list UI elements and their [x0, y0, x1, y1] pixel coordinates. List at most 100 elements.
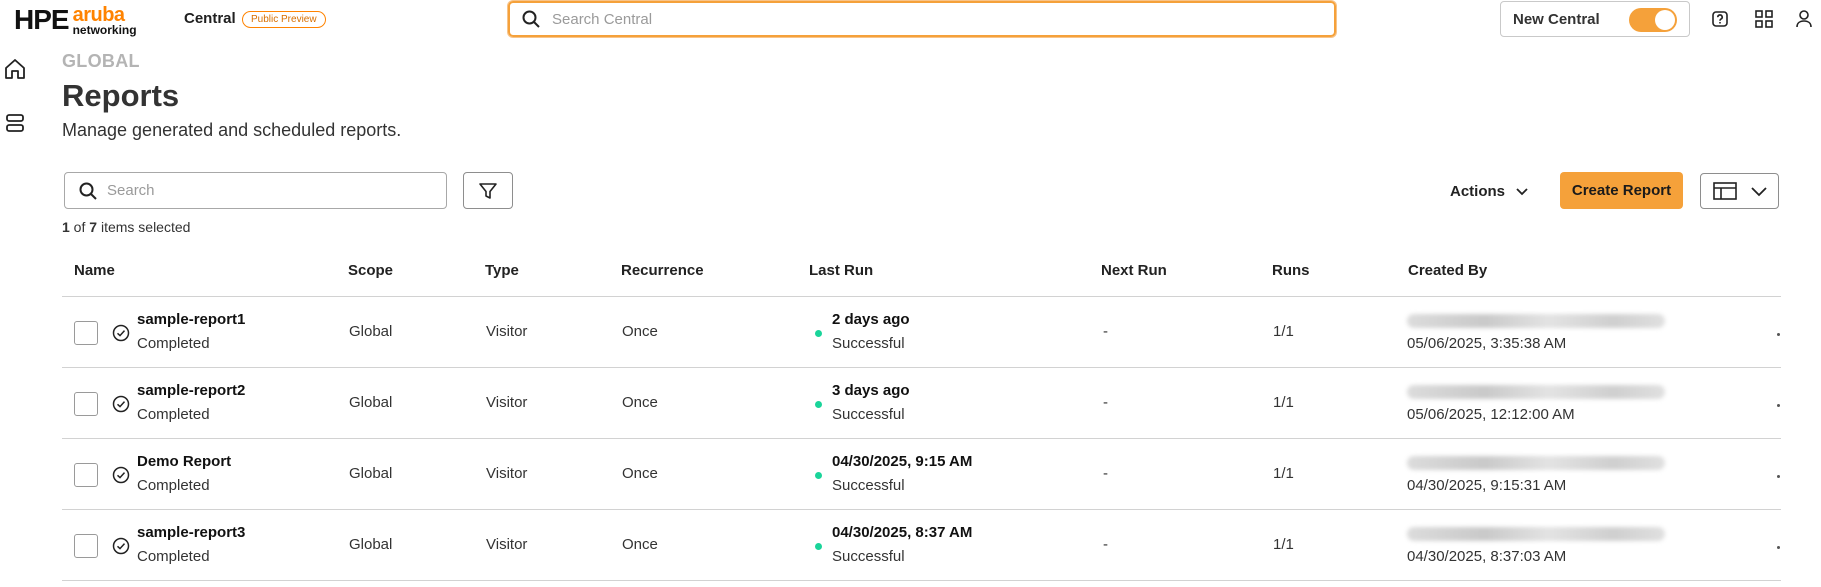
row-checkbox[interactable] — [74, 534, 98, 558]
column-header-last-run[interactable]: Last Run — [809, 262, 873, 279]
row-menu-edge[interactable] — [1777, 333, 1780, 336]
report-name[interactable]: Demo Report — [137, 453, 231, 470]
last-run-status: Successful — [832, 548, 905, 565]
report-status: Completed — [137, 477, 210, 494]
creator-email-redacted — [1407, 456, 1665, 470]
created-date: 04/30/2025, 9:15:31 AM — [1407, 477, 1567, 494]
logo-networking-text: networking — [72, 22, 137, 37]
table-row[interactable]: sample-report3 Completed Global Visitor … — [62, 510, 1781, 581]
recurrence-cell: Once — [622, 465, 658, 482]
column-header-next-run[interactable]: Next Run — [1101, 262, 1167, 279]
scope-cell: Global — [349, 536, 393, 553]
devices-icon[interactable] — [2, 110, 28, 136]
last-run-status: Successful — [832, 335, 905, 352]
page-title: Reports — [62, 78, 180, 113]
next-run-cell: - — [1103, 394, 1108, 411]
search-icon — [79, 182, 97, 200]
row-checkbox[interactable] — [74, 392, 98, 416]
total-count: 7 — [89, 219, 98, 235]
report-name[interactable]: sample-report2 — [137, 382, 245, 399]
home-icon[interactable] — [2, 56, 28, 82]
scope-cell: Global — [349, 465, 393, 482]
row-checkbox[interactable] — [74, 321, 98, 345]
logo-hpe-text: HPE — [14, 4, 70, 35]
new-central-switch[interactable]: New Central — [1500, 1, 1690, 37]
row-checkbox[interactable] — [74, 463, 98, 487]
selected-count: 1 — [62, 219, 70, 235]
created-date: 05/06/2025, 3:35:38 AM — [1407, 335, 1567, 352]
column-header-scope[interactable]: Scope — [348, 262, 393, 279]
runs-cell: 1/1 — [1273, 465, 1294, 482]
toggle-knob — [1655, 10, 1675, 30]
created-date: 05/06/2025, 12:12:00 AM — [1407, 406, 1575, 423]
last-run-status: Successful — [832, 477, 905, 494]
row-menu-edge[interactable] — [1777, 404, 1780, 407]
column-header-name[interactable]: Name — [74, 262, 115, 279]
items-selected-text: items selected — [97, 219, 191, 235]
top-bar: HPE aruba networking Central Public Prev… — [0, 0, 1821, 40]
filter-icon — [479, 182, 497, 199]
user-icon[interactable] — [1794, 9, 1814, 29]
page-subtitle: Manage generated and scheduled reports. — [62, 120, 402, 140]
success-status-dot — [815, 330, 822, 337]
row-menu-edge[interactable] — [1777, 475, 1780, 478]
next-run-cell: - — [1103, 465, 1108, 482]
column-header-recurrence[interactable]: Recurrence — [621, 262, 704, 279]
creator-email-redacted — [1407, 314, 1665, 328]
last-run-status: Successful — [832, 406, 905, 423]
report-status: Completed — [137, 548, 210, 565]
column-header-runs[interactable]: Runs — [1272, 262, 1310, 279]
success-status-dot — [815, 401, 822, 408]
new-central-label: New Central — [1513, 10, 1600, 28]
table-row[interactable]: Demo Report Completed Global Visitor Onc… — [62, 439, 1781, 510]
table-search-box[interactable] — [64, 172, 447, 209]
type-cell: Visitor — [486, 465, 528, 482]
scope-cell: Global — [349, 323, 393, 340]
check-circle-icon — [112, 395, 130, 413]
report-status: Completed — [137, 406, 210, 423]
actions-button[interactable]: Actions — [1450, 178, 1529, 204]
runs-cell: 1/1 — [1273, 536, 1294, 553]
reports-table: Name Scope Type Recurrence Last Run Next… — [62, 256, 1781, 581]
check-circle-icon — [112, 537, 130, 555]
recurrence-cell: Once — [622, 394, 658, 411]
help-icon[interactable] — [1710, 9, 1730, 29]
runs-cell: 1/1 — [1273, 323, 1294, 340]
check-circle-icon — [112, 324, 130, 342]
table-row[interactable]: sample-report2 Completed Global Visitor … — [62, 368, 1781, 439]
logo-aruba-stack: aruba networking — [73, 5, 137, 36]
chevron-down-icon — [1516, 188, 1528, 196]
new-central-toggle[interactable] — [1629, 8, 1677, 32]
creator-email-redacted — [1407, 527, 1665, 541]
check-circle-icon — [112, 466, 130, 484]
next-run-cell: - — [1103, 536, 1108, 553]
report-name[interactable]: sample-report3 — [137, 524, 245, 541]
creator-email-redacted — [1407, 385, 1665, 399]
column-header-created-by[interactable]: Created By — [1408, 262, 1487, 279]
table-header: Name Scope Type Recurrence Last Run Next… — [62, 256, 1781, 297]
report-name[interactable]: sample-report1 — [137, 311, 245, 328]
create-report-button[interactable]: Create Report — [1560, 172, 1683, 209]
scope-eyebrow: GLOBAL — [62, 51, 140, 71]
column-header-type[interactable]: Type — [485, 262, 519, 279]
table-layout-button[interactable] — [1700, 173, 1779, 209]
success-status-dot — [815, 543, 822, 550]
last-run-time: 04/30/2025, 8:37 AM — [832, 524, 973, 541]
table-search-input[interactable] — [107, 182, 437, 199]
type-cell: Visitor — [486, 394, 528, 411]
table-row[interactable]: sample-report1 Completed Global Visitor … — [62, 297, 1781, 368]
type-cell: Visitor — [486, 323, 528, 340]
logo-aruba-text: aruba — [72, 3, 125, 26]
app-grid-icon[interactable] — [1754, 9, 1774, 29]
selection-info: 1 of 7 items selected — [62, 219, 190, 235]
hpe-aruba-logo[interactable]: HPE aruba networking — [14, 4, 137, 36]
chevron-down-icon — [1751, 187, 1767, 197]
global-search-input[interactable] — [552, 10, 1312, 28]
global-search-box[interactable] — [508, 1, 1336, 37]
app-name: Central — [184, 10, 236, 27]
recurrence-cell: Once — [622, 323, 658, 340]
filter-button[interactable] — [463, 172, 513, 209]
scope-cell: Global — [349, 394, 393, 411]
row-menu-edge[interactable] — [1777, 546, 1780, 549]
recurrence-cell: Once — [622, 536, 658, 553]
